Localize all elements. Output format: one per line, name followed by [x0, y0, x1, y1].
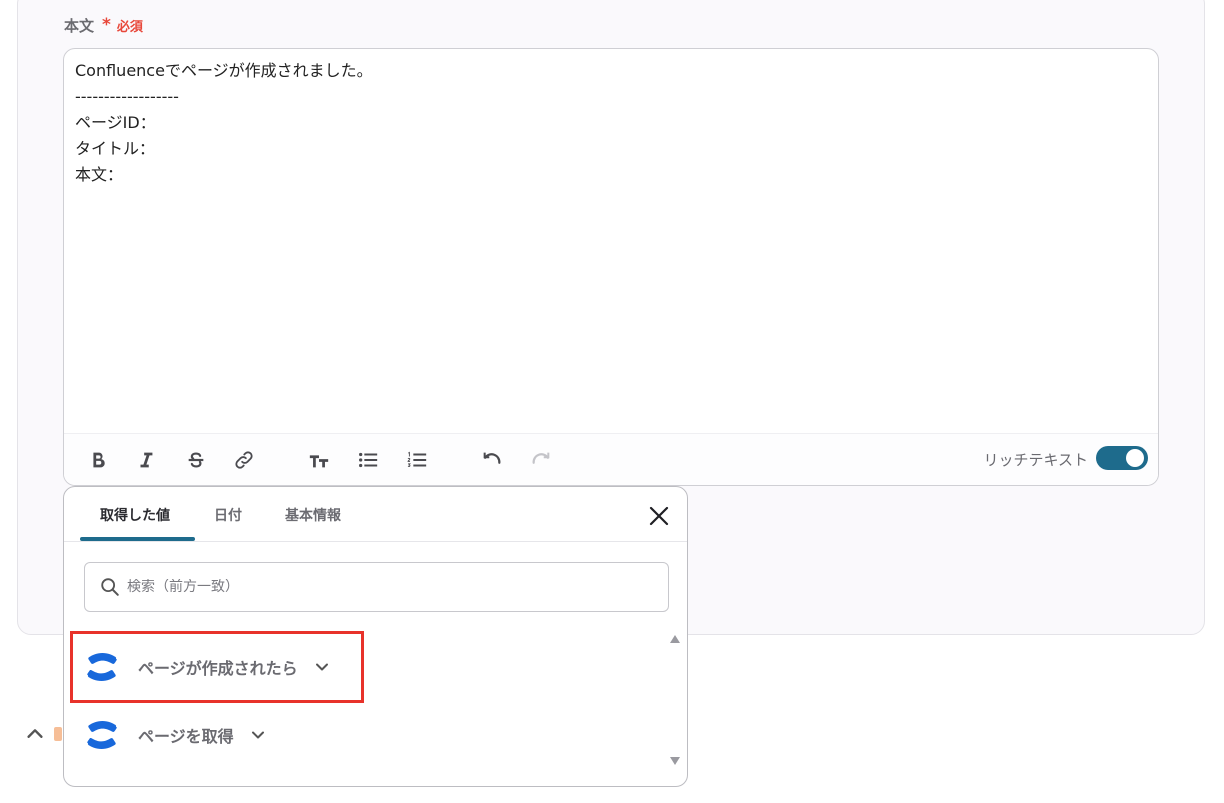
- field-label: 本文 * 必須: [64, 14, 143, 36]
- strikethrough-icon: [188, 452, 204, 468]
- bold-button[interactable]: [86, 448, 110, 472]
- italic-icon: [140, 452, 153, 468]
- body-editor[interactable]: Confluenceでページが作成されました。 ----------------…: [63, 48, 1159, 486]
- tab-basic-info[interactable]: 基本情報: [285, 505, 341, 527]
- tab-date[interactable]: 日付: [214, 505, 242, 527]
- tab-acquired-values[interactable]: 取得した値: [100, 505, 170, 527]
- list-item-label: ページが作成されたら: [138, 659, 298, 678]
- close-button[interactable]: [647, 504, 671, 528]
- editor-line: 本文：: [75, 165, 124, 184]
- link-icon: [235, 451, 253, 469]
- list-item-page-created[interactable]: ページが作成されたら: [84, 644, 332, 690]
- bullet-list-icon: [359, 452, 378, 468]
- chevron-down-icon[interactable]: [248, 725, 268, 745]
- undo-icon: [483, 452, 501, 464]
- redo-button[interactable]: [529, 448, 553, 472]
- numbered-list-icon: [407, 451, 427, 468]
- editor-line: Confluenceでページが作成されました。: [75, 61, 373, 80]
- value-picker-popup: 取得した値 日付 基本情報 ページが作成されたら: [63, 486, 688, 787]
- rich-text-label: リッチテキスト: [983, 451, 1088, 469]
- popup-tabs: 取得した値 日付 基本情報: [64, 487, 687, 542]
- scroll-down-arrow-icon[interactable]: [670, 757, 680, 765]
- bold-icon: [93, 452, 105, 468]
- toggle-knob: [1126, 449, 1144, 467]
- section-collapse[interactable]: [24, 722, 64, 746]
- undo-button[interactable]: [480, 448, 504, 472]
- confluence-logo-icon: [87, 721, 117, 749]
- required-badge: 必須: [116, 19, 143, 35]
- scroll-up-arrow-icon[interactable]: [670, 635, 680, 643]
- close-icon: [649, 506, 669, 526]
- rich-text-toggle[interactable]: [1096, 446, 1148, 470]
- numbered-list-button[interactable]: [405, 448, 429, 472]
- link-button[interactable]: [232, 448, 256, 472]
- redo-icon: [532, 452, 550, 464]
- editor-line: ------------------: [75, 87, 179, 106]
- search-icon: [101, 578, 119, 596]
- section-indicator: [54, 727, 62, 741]
- text-size-button[interactable]: [307, 448, 331, 472]
- active-tab-indicator: [80, 537, 195, 541]
- field-label-text: 本文: [64, 16, 95, 35]
- page: 本文 * 必須 Confluenceでページが作成されました。 --------…: [0, 0, 1224, 803]
- search-input[interactable]: [127, 579, 647, 595]
- bullet-list-button[interactable]: [356, 448, 380, 472]
- list-item-label: ページを取得: [138, 727, 234, 746]
- confluence-logo-icon: [87, 653, 117, 681]
- search-field[interactable]: [84, 562, 669, 612]
- text-size-icon: [309, 455, 329, 468]
- italic-button[interactable]: [134, 448, 158, 472]
- required-star: *: [102, 15, 111, 35]
- editor-line: ページID：: [75, 113, 156, 132]
- editor-content[interactable]: Confluenceでページが作成されました。 ----------------…: [75, 58, 1146, 188]
- editor-line: タイトル：: [75, 139, 156, 158]
- list-item-get-page[interactable]: ページを取得: [84, 712, 268, 758]
- chevron-up-icon: [27, 729, 43, 738]
- strikethrough-button[interactable]: [184, 448, 208, 472]
- editor-toolbar: リッチテキスト: [64, 433, 1158, 485]
- list-scrollbar[interactable]: [669, 635, 681, 765]
- chevron-down-icon[interactable]: [312, 657, 332, 677]
